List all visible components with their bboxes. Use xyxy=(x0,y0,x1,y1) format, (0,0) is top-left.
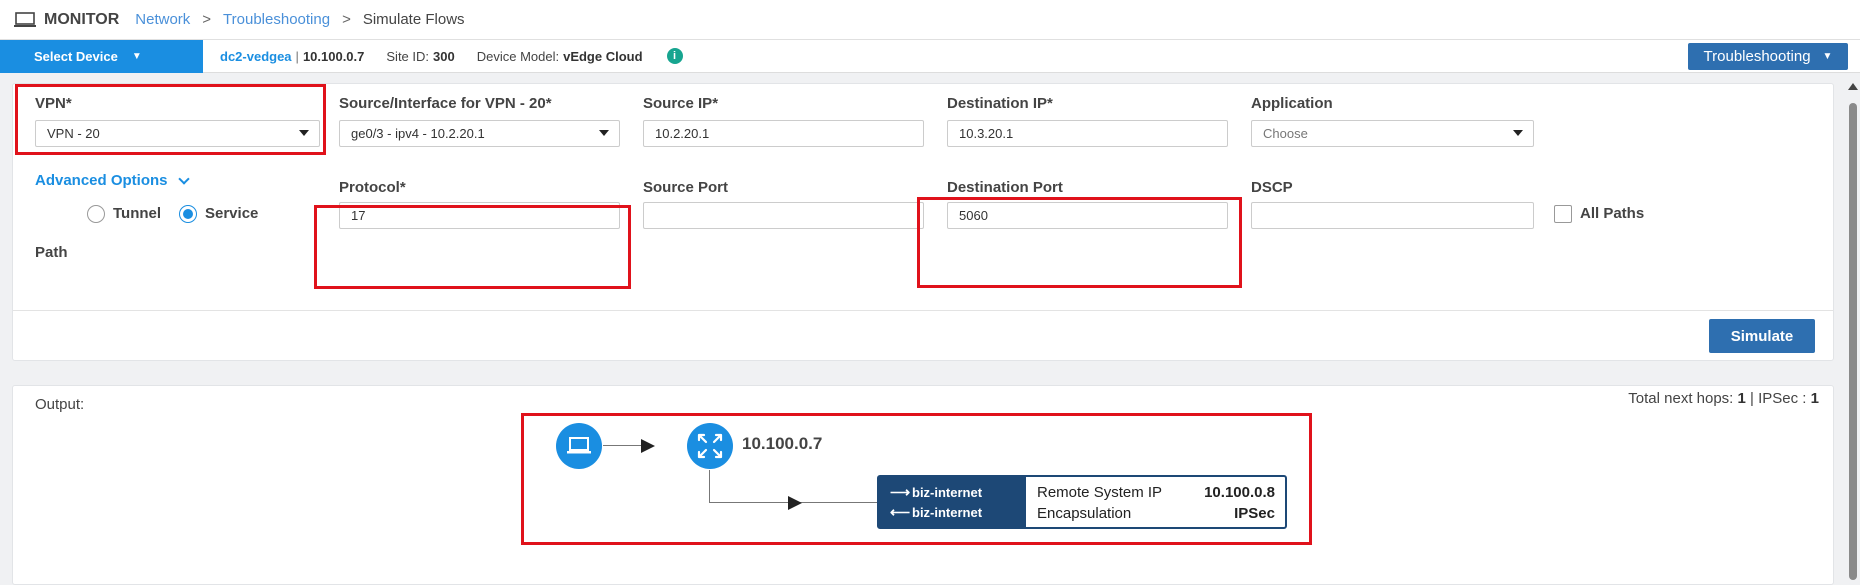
breadcrumb-network[interactable]: Network xyxy=(135,11,190,28)
breadcrumb-separator: > xyxy=(342,11,351,28)
highlight-protocol xyxy=(314,205,631,289)
application-select[interactable]: Choose xyxy=(1251,120,1534,147)
destination-ip-value: 10.3.20.1 xyxy=(959,126,1014,141)
device-hostname: dc2-vedgea xyxy=(220,48,292,64)
highlight-vpn xyxy=(15,84,326,155)
output-label: Output: xyxy=(35,396,85,413)
simulate-button[interactable]: Simulate xyxy=(1709,319,1815,353)
hops-summary: Total next hops: 1 | IPSec : 1 xyxy=(1628,390,1819,407)
caret-down-icon: ▼ xyxy=(1822,51,1833,62)
select-device-button[interactable]: Select Device ▼ xyxy=(0,39,203,73)
path-tunnel-label: Tunnel xyxy=(113,205,162,222)
path-service-radio[interactable] xyxy=(179,205,197,223)
breadcrumb-current: Simulate Flows xyxy=(362,11,465,28)
all-paths-checkbox[interactable] xyxy=(1554,205,1572,223)
page-section-title: MONITOR xyxy=(44,10,120,28)
protocol-label: Protocol* xyxy=(339,179,406,196)
scroll-up-icon[interactable] xyxy=(1848,83,1858,90)
dscp-label: DSCP xyxy=(1251,179,1293,196)
source-ip-value: 10.2.20.1 xyxy=(655,126,710,141)
highlight-output-flow xyxy=(521,413,1312,545)
destination-port-label: Destination Port xyxy=(947,179,1063,196)
application-label: Application xyxy=(1251,95,1333,112)
site-id-value: 300 xyxy=(433,48,455,64)
ipsec-label: IPSec : xyxy=(1758,390,1807,407)
caret-down-icon: ▼ xyxy=(131,50,142,62)
chevron-down-icon xyxy=(177,172,190,185)
advanced-options-toggle[interactable]: Advanced Options xyxy=(35,172,190,189)
all-paths-label: All Paths xyxy=(1580,205,1645,222)
top-header: MONITOR Network > Troubleshooting > Simu… xyxy=(0,0,1860,40)
breadcrumb-separator: > xyxy=(202,11,212,28)
troubleshooting-label: Troubleshooting xyxy=(1703,48,1811,65)
breadcrumb-troubleshooting[interactable]: Troubleshooting xyxy=(223,11,330,28)
caret-down-icon xyxy=(1513,130,1523,136)
site-id-label: Site ID: xyxy=(386,48,430,64)
source-port-label: Source Port xyxy=(643,179,729,196)
hops-separator: | xyxy=(1750,390,1754,407)
source-ip-input[interactable]: 10.2.20.1 xyxy=(643,120,924,147)
vertical-scrollbar[interactable] xyxy=(1848,83,1858,580)
select-device-label: Select Device xyxy=(34,48,118,64)
device-bar: Select Device ▼ dc2-vedgea | 10.100.0.7 … xyxy=(0,39,1860,73)
path-label: Path xyxy=(35,244,68,261)
troubleshooting-button[interactable]: Troubleshooting ▼ xyxy=(1688,43,1848,70)
highlight-destination-port xyxy=(917,197,1242,288)
advanced-options-label: Advanced Options xyxy=(35,172,168,189)
caret-down-icon xyxy=(599,130,609,136)
path-service-label: Service xyxy=(205,205,259,222)
destination-ip-input[interactable]: 10.3.20.1 xyxy=(947,120,1228,147)
destination-ip-label: Destination IP* xyxy=(947,95,1053,112)
source-port-input[interactable] xyxy=(643,202,924,229)
dscp-input[interactable] xyxy=(1251,202,1534,229)
scroll-thumb[interactable] xyxy=(1849,103,1857,580)
source-ip-label: Source IP* xyxy=(643,95,719,112)
form-divider xyxy=(13,310,1833,311)
info-icon[interactable]: i xyxy=(666,48,683,64)
source-interface-select[interactable]: ge0/3 - ipv4 - 10.2.20.1 xyxy=(339,120,620,147)
total-hops-label: Total next hops: xyxy=(1628,390,1734,407)
source-interface-label: Source/Interface for VPN - 20* xyxy=(339,95,552,112)
source-interface-value: ge0/3 - ipv4 - 10.2.20.1 xyxy=(351,126,485,141)
application-placeholder: Choose xyxy=(1263,126,1308,141)
device-model-label: Device Model: xyxy=(476,48,560,64)
device-model-value: vEdge Cloud xyxy=(563,48,643,64)
ipsec-value: 1 xyxy=(1810,390,1819,407)
device-system-ip: 10.100.0.7 xyxy=(302,48,365,64)
total-hops-value: 1 xyxy=(1737,390,1746,407)
path-tunnel-radio[interactable] xyxy=(87,205,105,223)
device-separator: | xyxy=(295,48,299,64)
monitor-icon xyxy=(14,11,36,27)
